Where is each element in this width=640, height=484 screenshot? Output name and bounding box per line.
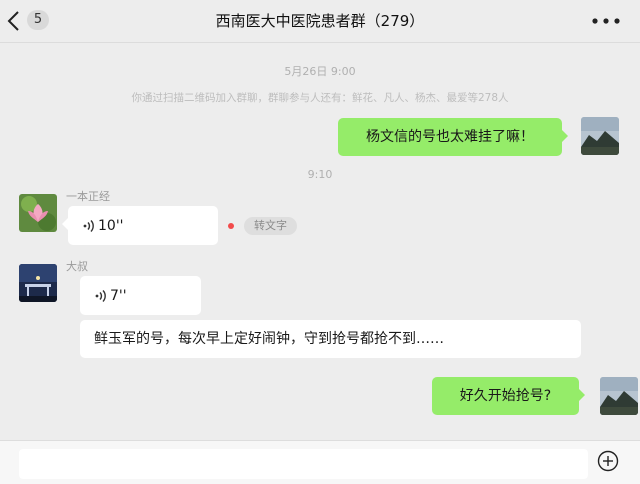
date-time-stamp: 5月26日 9:00	[284, 65, 356, 78]
voice-wave-icon	[95, 290, 106, 302]
sender-name: 大叔	[66, 260, 88, 273]
message-text: 鲜玉军的号，每次早上定好闹钟，守到抢号都抢不到……	[94, 331, 444, 347]
text-message-bubble[interactable]: 鲜玉军的号，每次早上定好闹钟，守到抢号都抢不到……	[80, 320, 581, 358]
my-message-bubble[interactable]: 好久开始抢号?	[432, 377, 585, 415]
system-message: 你通过扫描二维码加入群聊，群聊参与人还有：鲜花、凡人、杨杰、最爱等278人	[131, 92, 509, 104]
lotus-avatar-icon	[19, 194, 57, 232]
more-options-icon[interactable]	[588, 14, 624, 28]
input-bar	[0, 440, 640, 484]
user-avatar-lotus[interactable]	[19, 194, 57, 232]
my-message-bubble[interactable]: 杨文信的号也太难挂了嘛！	[338, 118, 568, 156]
bubble-tail	[579, 389, 585, 401]
voice-row: 7''	[94, 286, 187, 306]
user-avatar-night[interactable]	[19, 264, 57, 302]
voice-duration: 10''	[98, 218, 124, 234]
night-city-avatar-icon	[19, 264, 57, 302]
voice-wave-icon	[83, 220, 94, 232]
mountain-avatar-icon	[581, 117, 619, 155]
chat-header: 5 西南医大中医院患者群（279）	[0, 0, 640, 43]
my-avatar[interactable]	[581, 117, 619, 155]
bubble-tail	[562, 130, 568, 142]
bubble-tail	[62, 218, 68, 230]
my-avatar[interactable]	[600, 377, 638, 415]
message-text: 好久开始抢号?	[459, 388, 552, 404]
convert-to-text-button[interactable]: 转文字	[244, 217, 297, 235]
mountain-avatar-icon	[600, 377, 638, 415]
sender-name: 一本正经	[66, 190, 110, 203]
voice-row: 10''	[82, 216, 204, 236]
add-attachment-icon[interactable]	[597, 450, 619, 472]
unread-voice-dot	[228, 223, 234, 229]
voice-message-bubble[interactable]: 7''	[80, 276, 201, 315]
voice-message-bubble[interactable]: 10''	[62, 206, 218, 245]
time-separator: 9:10	[307, 168, 333, 181]
voice-duration: 7''	[110, 288, 127, 304]
message-input[interactable]	[19, 449, 588, 479]
chat-title: 西南医大中医院患者群（279）	[215, 12, 425, 30]
message-text: 杨文信的号也太难挂了嘛！	[366, 129, 534, 145]
